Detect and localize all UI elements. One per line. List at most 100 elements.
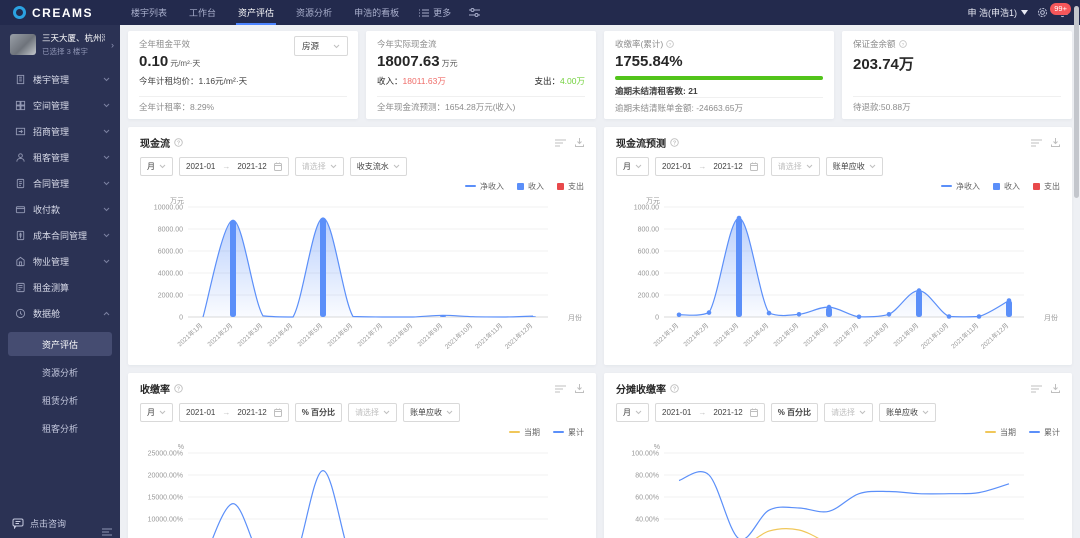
download-icon[interactable] <box>575 138 584 147</box>
download-icon[interactable] <box>575 384 584 393</box>
caret-down-icon <box>635 164 642 169</box>
tab-shenhao-board[interactable]: 申浩的看板 <box>343 0 410 25</box>
date-range-picker[interactable]: 2021-01→2021-12 <box>655 403 765 422</box>
svg-text:2021年12月: 2021年12月 <box>503 321 535 351</box>
sidebar-item-building-mgmt[interactable]: 楼宇管理 <box>0 66 120 92</box>
submenu-item-asset-evaluation[interactable]: 资产评估 <box>8 332 112 356</box>
period-select[interactable]: 月 <box>616 157 649 176</box>
tab-resource-analysis[interactable]: 资源分析 <box>285 0 343 25</box>
legend-item[interactable]: 当期 <box>985 427 1016 438</box>
filter-select[interactable]: 请选择 <box>771 157 820 176</box>
menu-lines-icon[interactable] <box>555 385 566 393</box>
download-icon[interactable] <box>1051 384 1060 393</box>
info-icon[interactable]: ? <box>174 384 183 393</box>
percent-toggle[interactable]: % 百分比 <box>771 403 818 422</box>
info-icon[interactable]: ? <box>670 138 679 147</box>
sidebar-item-tenant-mgmt[interactable]: 租客管理 <box>0 144 120 170</box>
gear-icon[interactable] <box>1037 7 1048 18</box>
info-icon[interactable]: ? <box>174 138 183 147</box>
tune-icon <box>469 8 480 17</box>
svg-text:2021年6月: 2021年6月 <box>325 321 354 348</box>
svg-text:2021年5月: 2021年5月 <box>771 321 800 348</box>
submenu-item-resource-analysis[interactable]: 资源分析 <box>8 360 112 384</box>
room-source-select[interactable]: 房源 <box>294 36 348 56</box>
date-range-picker[interactable]: 2021-01→2021-12 <box>179 403 289 422</box>
income-label: 收入： <box>377 76 403 86</box>
download-icon[interactable] <box>1051 138 1060 147</box>
period-select[interactable]: 月 <box>140 403 173 422</box>
tab-asset-evaluation[interactable]: 资产评估 <box>227 0 285 25</box>
metric-select[interactable]: 账单应收 <box>826 157 883 176</box>
filter-select[interactable]: 请选择 <box>824 403 873 422</box>
metric-select[interactable]: 账单应收 <box>879 403 936 422</box>
chat-icon <box>12 518 24 529</box>
svg-text:%: % <box>178 444 184 451</box>
date-range-picker[interactable]: 2021-01→2021-12 <box>655 157 765 176</box>
percent-toggle[interactable]: % 百分比 <box>295 403 342 422</box>
submenu-item-tenant-analysis[interactable]: 租客分析 <box>8 416 112 440</box>
submenu-item-lease-analysis[interactable]: 租赁分析 <box>8 388 112 412</box>
menu-lines-icon[interactable] <box>555 139 566 147</box>
legend-item[interactable]: 收入 <box>517 181 544 192</box>
sidebar-item-leasing-mgmt[interactable]: 招商管理 <box>0 118 120 144</box>
sidebar-item-property-mgmt[interactable]: 物业管理 <box>0 248 120 274</box>
info-icon[interactable]: ? <box>899 40 907 48</box>
sidebar-item-space-mgmt[interactable]: 空间管理 <box>0 92 120 118</box>
apportioned-collection-rate-chart[interactable]: 0%20.00%40.00%60.00%80.00%100.00%%月份2021… <box>616 440 1060 538</box>
notifications[interactable]: 99+ <box>1057 7 1068 18</box>
cashflow-chart[interactable]: 02000.004000.006000.008000.0010000.00万元月… <box>140 194 584 357</box>
info-icon[interactable]: ? <box>670 384 679 393</box>
chart-svg: 0%5000.00%10000.00%15000.00%20000.00%250… <box>140 440 584 538</box>
legend-item[interactable]: 净收入 <box>465 181 504 192</box>
tab-workbench[interactable]: 工作台 <box>178 0 227 25</box>
more-menu[interactable]: 更多 <box>410 6 460 19</box>
customize-tabs-button[interactable] <box>460 8 489 17</box>
legend-item[interactable]: 支出 <box>1033 181 1060 192</box>
metric-select[interactable]: 账单应收 <box>403 403 460 422</box>
collection-rate-chart-card: 收缴率 ? 月 2021-01→2021-12 % 百分比 请选择 账单应收 当… <box>128 373 596 538</box>
user-menu[interactable]: 申 浩(申浩1) <box>967 6 1028 19</box>
legend-item[interactable]: 累计 <box>1029 427 1060 438</box>
sidebar-item-data-cabin[interactable]: 数据舱 <box>0 300 120 326</box>
sidebar-collapse-button[interactable] <box>102 528 112 536</box>
info-icon[interactable]: ? <box>666 40 674 48</box>
date-range-picker[interactable]: 2021-01→2021-12 <box>179 157 289 176</box>
consult-button[interactable]: 点击咨询 <box>12 517 110 530</box>
svg-text:2021年9月: 2021年9月 <box>415 321 444 348</box>
sidebar-item-payments[interactable]: 收付款 <box>0 196 120 222</box>
caret-down-icon <box>159 410 166 415</box>
apportioned-collection-rate-chart-card: 分摊收缴率 ? 月 2021-01→2021-12 % 百分比 请选择 账单应收… <box>604 373 1072 538</box>
stat-value: 203.74万 <box>853 53 1061 74</box>
period-select[interactable]: 月 <box>140 157 173 176</box>
vertical-scrollbar[interactable] <box>1074 6 1079 198</box>
metric-select[interactable]: 收支流水 <box>350 157 407 176</box>
stat-bottomline: 全年现金流预测：1654.28万元(收入) <box>377 96 585 113</box>
sidebar-item-contract-mgmt[interactable]: 合同管理 <box>0 170 120 196</box>
period-select[interactable]: 月 <box>616 403 649 422</box>
menu-lines-icon[interactable] <box>1031 139 1042 147</box>
svg-text:1000.00: 1000.00 <box>634 205 659 212</box>
collection-rate-chart[interactable]: 0%5000.00%10000.00%15000.00%20000.00%250… <box>140 440 584 538</box>
stat-title: 收缴率(累计) <box>615 38 663 50</box>
legend-item[interactable]: 净收入 <box>941 181 980 192</box>
svg-text:?: ? <box>673 140 676 146</box>
legend-item[interactable]: 支出 <box>557 181 584 192</box>
brand-logo[interactable]: CREAMS <box>0 0 120 25</box>
collapse-icon <box>102 528 112 536</box>
legend-item[interactable]: 收入 <box>993 181 1020 192</box>
sidebar-item-rent-calculation[interactable]: 租金测算 <box>0 274 120 300</box>
tab-building-list[interactable]: 楼宇列表 <box>120 0 178 25</box>
filter-select[interactable]: 请选择 <box>295 157 344 176</box>
legend-item[interactable]: 当期 <box>509 427 540 438</box>
expense-value: 4.00万 <box>560 76 585 86</box>
filter-select[interactable]: 请选择 <box>348 403 397 422</box>
chevron-down-icon <box>103 233 110 238</box>
cashflow-forecast-chart[interactable]: 0200.00400.00600.00800.001000.00万元月份2021… <box>616 194 1060 357</box>
sidebar-item-cost-contract-mgmt[interactable]: 成本合同管理 <box>0 222 120 248</box>
caret-down-icon <box>383 410 390 415</box>
legend-item[interactable]: 累计 <box>553 427 584 438</box>
building-selector[interactable]: 三天大厦、杭州湾... 已选择 3 楼宇 › <box>0 25 120 63</box>
menu-lines-icon[interactable] <box>1031 385 1042 393</box>
svg-text:2021年9月: 2021年9月 <box>891 321 920 348</box>
space-icon <box>15 100 26 111</box>
